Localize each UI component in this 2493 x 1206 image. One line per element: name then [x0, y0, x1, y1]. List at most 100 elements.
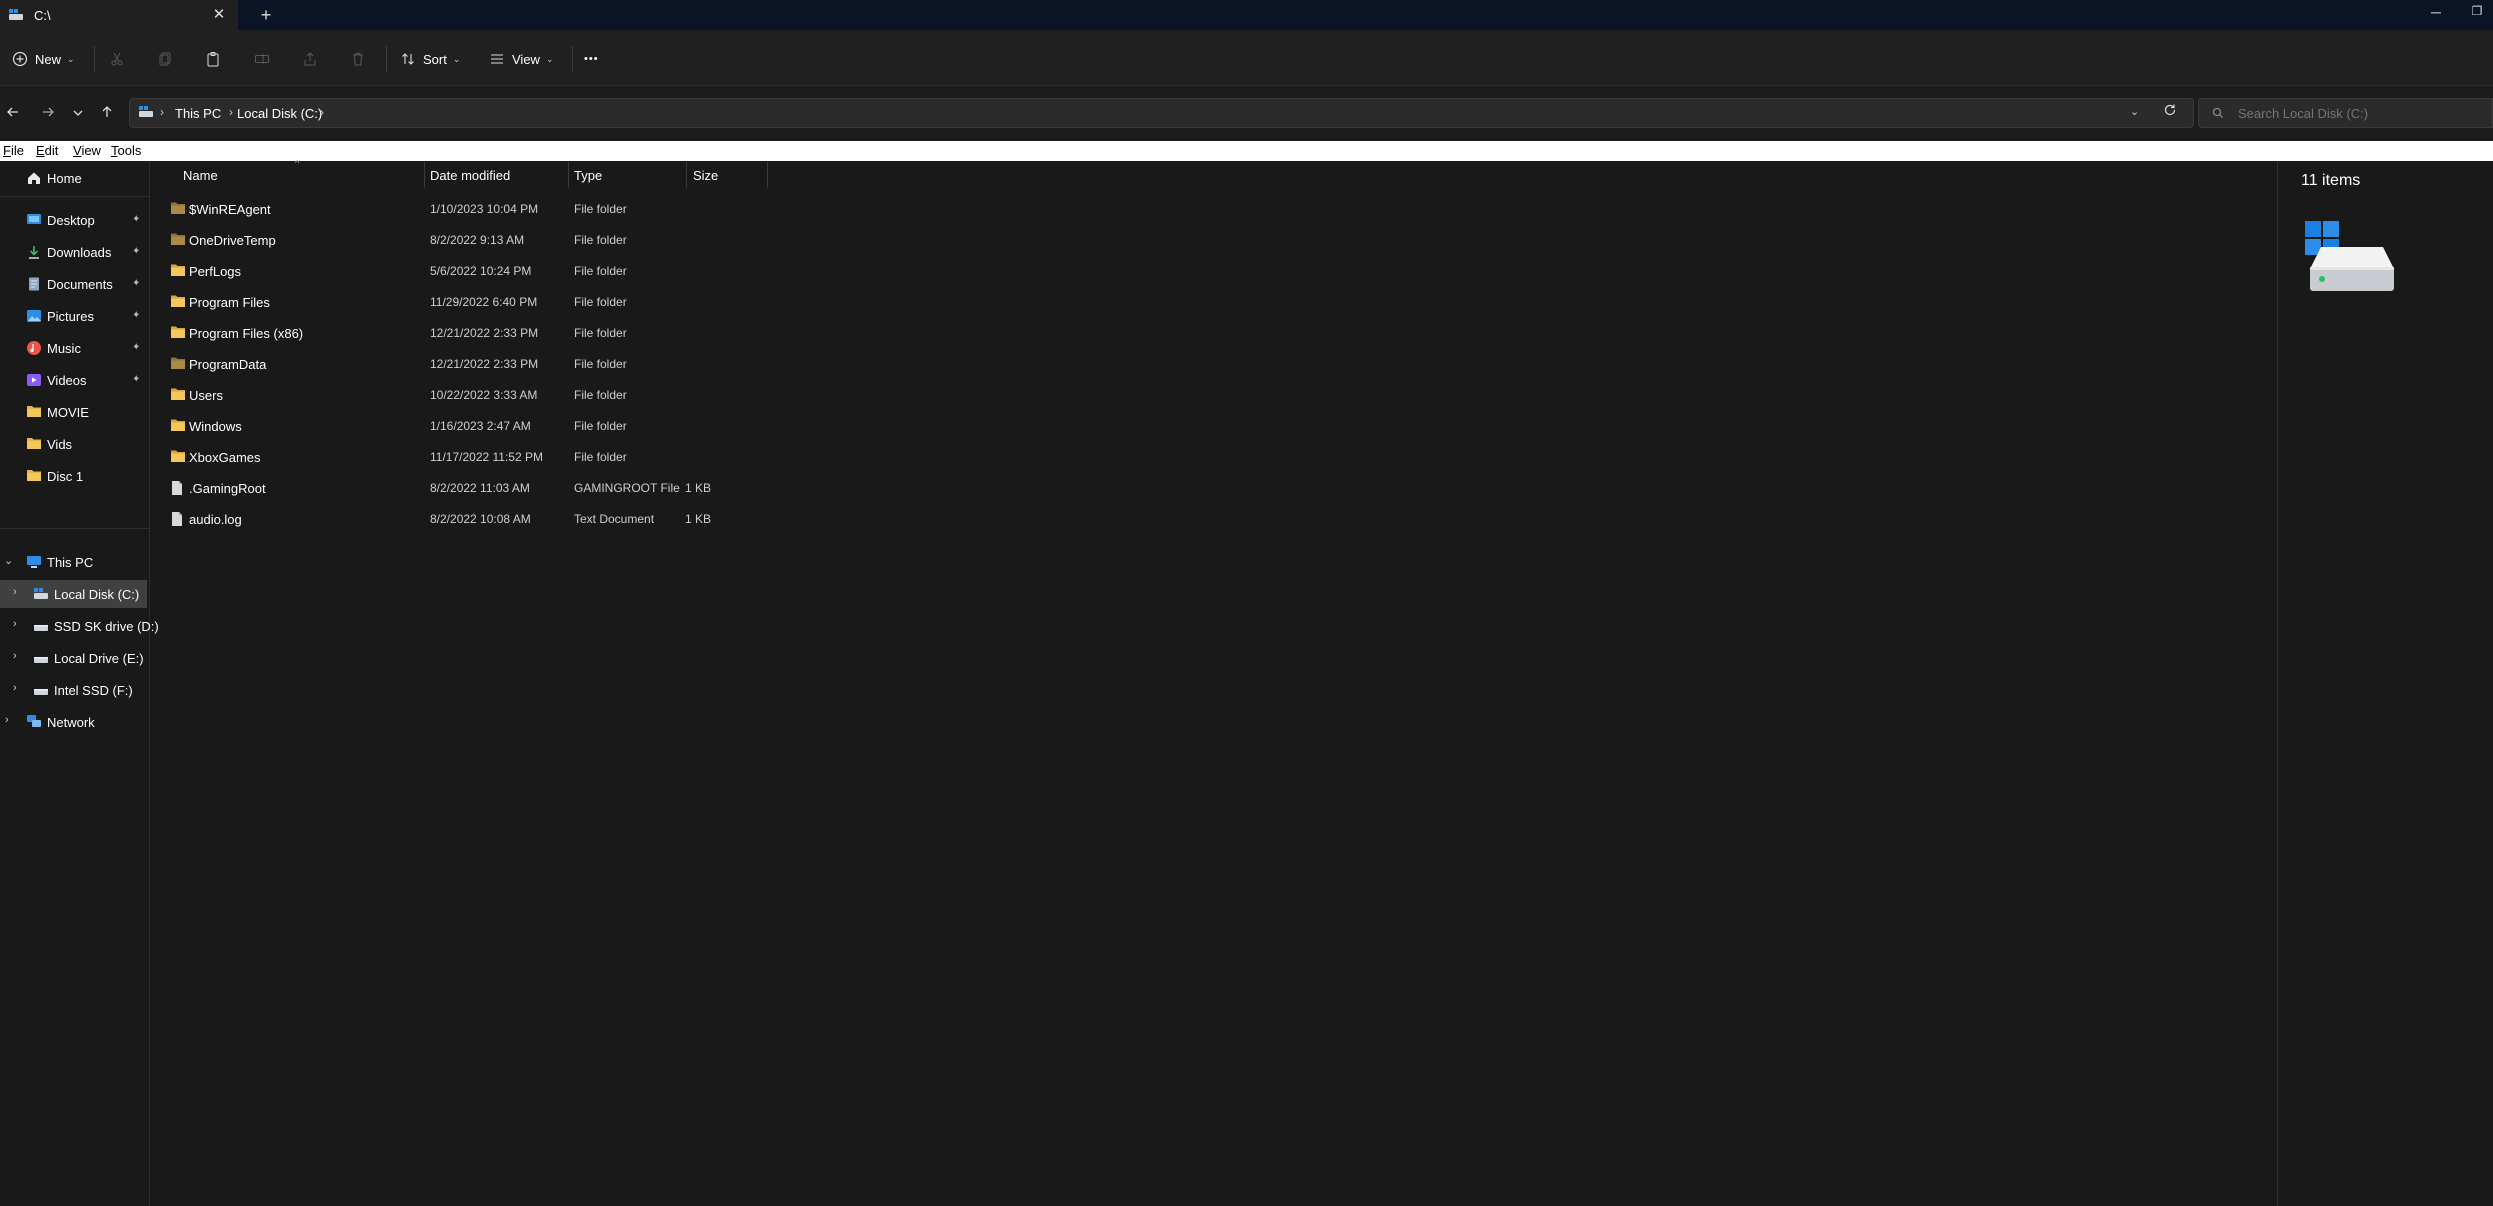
chevron-down-icon[interactable]: ⌄	[4, 554, 13, 567]
maximize-button[interactable]: ❐	[2466, 4, 2488, 24]
menu-file[interactable]: File	[3, 143, 24, 158]
menu-view[interactable]: View	[73, 143, 101, 158]
menu-tools[interactable]: Tools	[111, 143, 141, 158]
command-bar: New ⌄ Sort ⌄ View ⌄ •••	[0, 30, 2493, 86]
column-divider[interactable]	[424, 162, 425, 188]
column-divider[interactable]	[686, 162, 687, 188]
breadcrumb-separator-icon[interactable]: ›	[320, 105, 324, 119]
column-header-type[interactable]: Type	[574, 168, 602, 183]
paste-button[interactable]	[204, 47, 222, 71]
menu-edit[interactable]: Edit	[36, 143, 58, 158]
rename-button[interactable]	[253, 47, 271, 71]
column-divider[interactable]	[767, 162, 768, 188]
sidebar-divider	[0, 196, 150, 197]
search-input[interactable]	[2198, 98, 2493, 128]
sidebar-item-desktop[interactable]: Desktop ✦	[0, 206, 150, 234]
up-arrow-icon[interactable]	[97, 104, 117, 124]
file-date: 1/16/2023 2:47 AM	[430, 419, 531, 433]
drive-icon	[33, 651, 49, 667]
navigation-bar: › This PC › Local Disk (C:) › ⌄	[0, 86, 2493, 138]
chevron-right-icon[interactable]: ›	[13, 682, 17, 694]
file-type: File folder	[574, 357, 627, 371]
file-name: ProgramData	[189, 357, 267, 372]
sidebar-item-drive[interactable]: › Local Drive (E:)	[0, 644, 150, 672]
file-type: File folder	[574, 202, 627, 216]
sidebar-item-drive[interactable]: › Local Disk (C:)	[0, 580, 147, 608]
sort-button[interactable]: Sort ⌄	[399, 47, 460, 71]
breadcrumb-separator-icon[interactable]: ›	[160, 105, 164, 119]
address-bar[interactable]: › This PC › Local Disk (C:) › ⌄	[129, 98, 2194, 128]
new-tab-button[interactable]: +	[256, 5, 276, 25]
table-row[interactable]: audio.log 8/2/2022 10:08 AM Text Document 1…	[151, 503, 771, 534]
delete-button[interactable]	[349, 47, 367, 71]
sidebar-item-pictures[interactable]: Pictures ✦	[0, 302, 150, 330]
breadcrumb-separator-icon[interactable]: ›	[229, 105, 233, 119]
sidebar-item-label: Downloads	[47, 245, 112, 260]
more-options-button[interactable]: •••	[584, 47, 599, 71]
refresh-icon[interactable]	[2163, 103, 2177, 121]
sidebar-item-home[interactable]: Home	[0, 164, 150, 192]
table-row[interactable]: ProgramData 12/21/2022 2:33 PM File folder	[151, 348, 771, 379]
address-history-chevron-icon[interactable]: ⌄	[2130, 105, 2139, 118]
pin-icon[interactable]: ✦	[132, 342, 140, 353]
sidebar-item-disc-1[interactable]: Disc 1	[0, 462, 150, 490]
column-divider[interactable]	[568, 162, 569, 188]
file-name: Program Files (x86)	[189, 326, 304, 341]
breadcrumb-this-pc[interactable]: This PC	[175, 106, 221, 121]
copy-button[interactable]	[156, 47, 174, 71]
chevron-right-icon[interactable]: ›	[13, 618, 17, 630]
share-button[interactable]	[301, 47, 319, 71]
tab-c-drive[interactable]: C:\ ✕	[0, 0, 238, 30]
sidebar-item-label: Pictures	[47, 309, 94, 324]
table-row[interactable]: OneDriveTemp 8/2/2022 9:13 AM File folder	[151, 224, 771, 255]
back-arrow-icon[interactable]	[3, 104, 23, 124]
sort-icon	[399, 50, 417, 68]
chevron-down-icon: ⌄	[545, 53, 554, 64]
close-tab-icon[interactable]: ✕	[210, 6, 228, 24]
file-date: 8/2/2022 9:13 AM	[430, 233, 525, 247]
sidebar-item-videos[interactable]: Videos ✦	[0, 366, 150, 394]
sidebar-item-network[interactable]: › Network	[0, 708, 150, 736]
pin-icon[interactable]: ✦	[132, 246, 140, 257]
pin-icon[interactable]: ✦	[132, 374, 140, 385]
table-row[interactable]: PerfLogs 5/6/2022 10:24 PM File folder	[151, 255, 771, 286]
table-row[interactable]: $WinREAgent 1/10/2023 10:04 PM File folder	[151, 193, 771, 224]
table-row[interactable]: Users 10/22/2022 3:33 AM File folder	[151, 379, 771, 410]
forward-arrow-icon[interactable]	[38, 104, 58, 124]
recent-locations-chevron-icon[interactable]	[68, 104, 88, 124]
pin-icon[interactable]: ✦	[132, 310, 140, 321]
toolbar-divider	[572, 46, 573, 72]
sidebar-item-this-pc[interactable]: ⌄ This PC	[0, 548, 150, 576]
view-button[interactable]: View ⌄	[488, 47, 554, 71]
sidebar-item-drive[interactable]: › SSD SK drive (D:)	[0, 612, 159, 640]
folder-icon	[170, 201, 186, 218]
cut-button[interactable]	[108, 47, 126, 71]
table-row[interactable]: .GamingRoot 8/2/2022 11:03 AM GAMINGROOT F…	[151, 472, 771, 503]
pin-icon[interactable]: ✦	[132, 278, 140, 289]
table-row[interactable]: XboxGames 11/17/2022 11:52 PM File folder	[151, 441, 771, 472]
sidebar-item-drive[interactable]: › Intel SSD (F:)	[0, 676, 150, 704]
sidebar-item-downloads[interactable]: Downloads ✦	[0, 238, 150, 266]
minimize-button[interactable]: ─	[2426, 4, 2446, 24]
chevron-right-icon[interactable]: ›	[13, 586, 17, 598]
sidebar-item-music[interactable]: Music ✦	[0, 334, 150, 362]
breadcrumb-local-disk[interactable]: Local Disk (C:)	[237, 106, 322, 121]
file-type: File folder	[574, 264, 627, 278]
new-button[interactable]: New ⌄	[11, 47, 75, 71]
item-count: 11 items	[2301, 172, 2361, 189]
column-header-size[interactable]: Size	[693, 168, 718, 183]
table-row[interactable]: Windows 1/16/2023 2:47 AM File folder	[151, 410, 771, 441]
chevron-right-icon[interactable]: ›	[5, 714, 9, 726]
sidebar-item-label: MOVIE	[47, 405, 89, 420]
table-row[interactable]: Program Files (x86) 12/21/2022 2:33 PM Fil…	[151, 317, 771, 348]
sidebar-item-movie[interactable]: MOVIE	[0, 398, 150, 426]
sidebar-item-documents[interactable]: Documents ✦	[0, 270, 150, 298]
file-date: 11/29/2022 6:40 PM	[430, 295, 538, 309]
pin-icon[interactable]: ✦	[132, 214, 140, 225]
column-header-name[interactable]: Name	[183, 168, 218, 183]
sidebar-item-vids[interactable]: Vids	[0, 430, 150, 458]
local-disk-icon	[2305, 221, 2395, 300]
table-row[interactable]: Program Files 11/29/2022 6:40 PM File fold…	[151, 286, 771, 317]
column-header-date[interactable]: Date modified	[430, 168, 510, 183]
chevron-right-icon[interactable]: ›	[13, 650, 17, 662]
